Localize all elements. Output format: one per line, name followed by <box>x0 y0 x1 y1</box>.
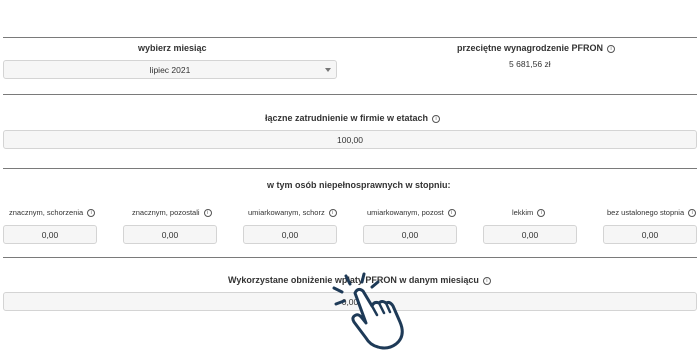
info-icon[interactable]: i <box>447 209 456 218</box>
employment-label: łączne zatrudnienie w firmie w etatach i <box>265 113 441 123</box>
info-icon[interactable]: i <box>482 276 491 285</box>
disabled-label-1: znacznym, schorzenia i <box>9 208 96 218</box>
disabled-field-3[interactable]: 0,00 <box>243 225 337 244</box>
employment-field[interactable]: 100,00 <box>3 130 697 149</box>
info-icon[interactable]: i <box>537 209 546 218</box>
disabled-field-4[interactable]: 0,00 <box>363 225 457 244</box>
disabled-label-5: lekkim i <box>512 208 546 218</box>
divider <box>3 37 697 38</box>
disabled-field-2[interactable]: 0,00 <box>123 225 217 244</box>
disabled-field-6[interactable]: 0,00 <box>603 225 697 244</box>
hand-pointer-click-icon <box>332 272 404 350</box>
divider <box>3 257 697 258</box>
divider <box>3 94 697 95</box>
info-icon[interactable]: i <box>328 209 337 218</box>
info-icon[interactable]: i <box>607 44 616 53</box>
disabled-field-1[interactable]: 0,00 <box>3 225 97 244</box>
disabled-label-4: umiarkowanym, pozost i <box>367 208 456 218</box>
chevron-down-icon <box>325 68 331 72</box>
info-icon[interactable]: i <box>432 114 441 123</box>
month-select-value: lipiec 2021 <box>149 64 191 75</box>
disabled-field-5[interactable]: 0,00 <box>483 225 577 244</box>
info-icon[interactable]: i <box>203 209 212 218</box>
salary-label: przeciętne wynagrodzenie PFRON i <box>457 43 616 53</box>
divider <box>3 168 697 169</box>
disabled-heading: w tym osób niepełnosprawnych w stopniu: <box>267 180 451 190</box>
disabled-label-2: znacznym, pozostali i <box>132 208 212 218</box>
disabled-label-3: umiarkowanym, schorz i <box>248 208 337 218</box>
info-icon[interactable]: i <box>87 209 96 218</box>
month-select[interactable]: lipiec 2021 <box>3 60 337 79</box>
info-icon[interactable]: i <box>688 209 697 218</box>
disabled-label-6: bez ustalonego stopnia i <box>607 208 697 218</box>
month-label: wybierz miesiąc <box>138 43 207 53</box>
salary-value: 5 681,56 zł <box>509 59 551 69</box>
